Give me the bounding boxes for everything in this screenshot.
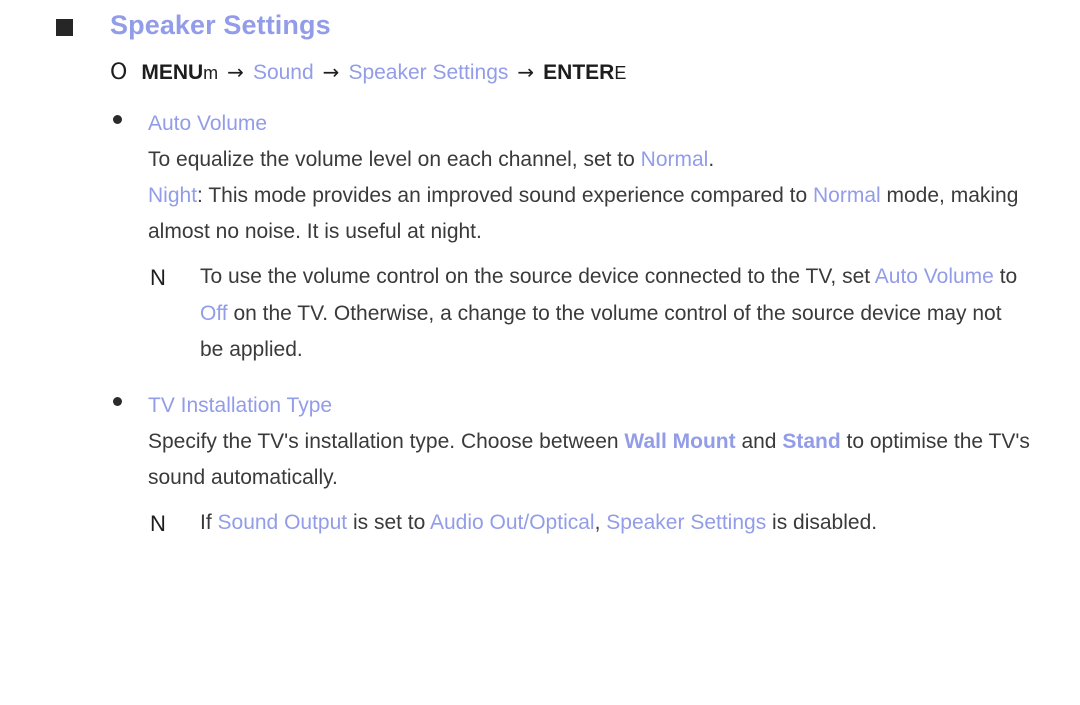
text-run: and xyxy=(735,429,783,453)
note-block: N To use the volume control on the source… xyxy=(0,259,1080,367)
description-paragraph: Night: This mode provides an improved so… xyxy=(0,178,1080,250)
text-run: is set to xyxy=(347,511,430,535)
menu-path-step-sound[interactable]: Sound xyxy=(253,62,314,83)
text-run: : This mode provides an improved sound e… xyxy=(197,184,813,208)
text-run: , xyxy=(594,511,607,535)
bullet-dot-icon xyxy=(113,396,122,406)
note-marker-icon: N xyxy=(150,511,166,537)
setting-heading[interactable]: TV Installation Type xyxy=(148,388,1080,424)
enter-key-icon: E xyxy=(614,63,627,83)
setting-section: Auto Volume xyxy=(0,106,1080,142)
menu-button-label: MENU xyxy=(141,61,204,84)
setting-term[interactable]: Off xyxy=(200,302,228,325)
arrow-right-icon-1: → xyxy=(227,60,244,84)
manual-page: Speaker Settings O MENU m → Sound → Spea… xyxy=(0,0,1080,705)
setting-term[interactable]: Audio Out/Optical xyxy=(430,511,595,534)
circle-bullet-icon: O xyxy=(110,60,128,85)
menu-path: O MENU m → Sound → Speaker Settings → EN… xyxy=(110,62,626,84)
description-paragraph: To equalize the volume level on each cha… xyxy=(0,142,1080,178)
setting-term[interactable]: Speaker Settings xyxy=(606,511,766,534)
page-title: Speaker Settings xyxy=(110,10,331,40)
setting-term[interactable]: Night xyxy=(148,184,197,207)
text-run: If xyxy=(200,511,218,535)
arrow-right-icon-3: → xyxy=(517,60,535,84)
setting-term[interactable]: Wall Mount xyxy=(624,430,735,453)
description-paragraph: Specify the TV's installation type. Choo… xyxy=(0,424,1080,496)
enter-button-label: ENTER xyxy=(543,61,615,84)
setting-term[interactable]: Sound Output xyxy=(218,511,348,534)
text-run: to xyxy=(993,265,1018,289)
text-run: To use the volume control on the source … xyxy=(200,265,875,289)
note-marker-icon: N xyxy=(150,265,166,291)
setting-term[interactable]: Normal xyxy=(813,184,881,207)
text-run: is disabled. xyxy=(766,511,878,535)
page-title-row: Speaker Settings xyxy=(56,12,331,39)
note-block: N If Sound Output is set to Audio Out/Opt… xyxy=(0,505,1080,541)
text-run: . xyxy=(708,148,715,172)
setting-term[interactable]: Stand xyxy=(782,430,840,453)
setting-term[interactable]: Normal xyxy=(641,148,709,171)
menu-key-icon: m xyxy=(203,63,219,83)
manual-content: Auto Volume To equalize the volume level … xyxy=(0,106,1080,561)
section-marker-icon xyxy=(56,18,73,36)
setting-section: TV Installation Type xyxy=(0,388,1080,424)
arrow-right-icon-2: → xyxy=(322,60,340,84)
setting-term[interactable]: Auto Volume xyxy=(875,265,994,288)
text-run: on the TV. Otherwise, a change to the vo… xyxy=(200,301,1002,361)
setting-heading[interactable]: Auto Volume xyxy=(148,106,1080,142)
menu-path-step-speaker-settings[interactable]: Speaker Settings xyxy=(348,62,508,83)
text-run: Specify the TV's installation type. Choo… xyxy=(148,429,625,453)
bullet-dot-icon xyxy=(113,115,122,124)
text-run: To equalize the volume level on each cha… xyxy=(148,148,641,172)
